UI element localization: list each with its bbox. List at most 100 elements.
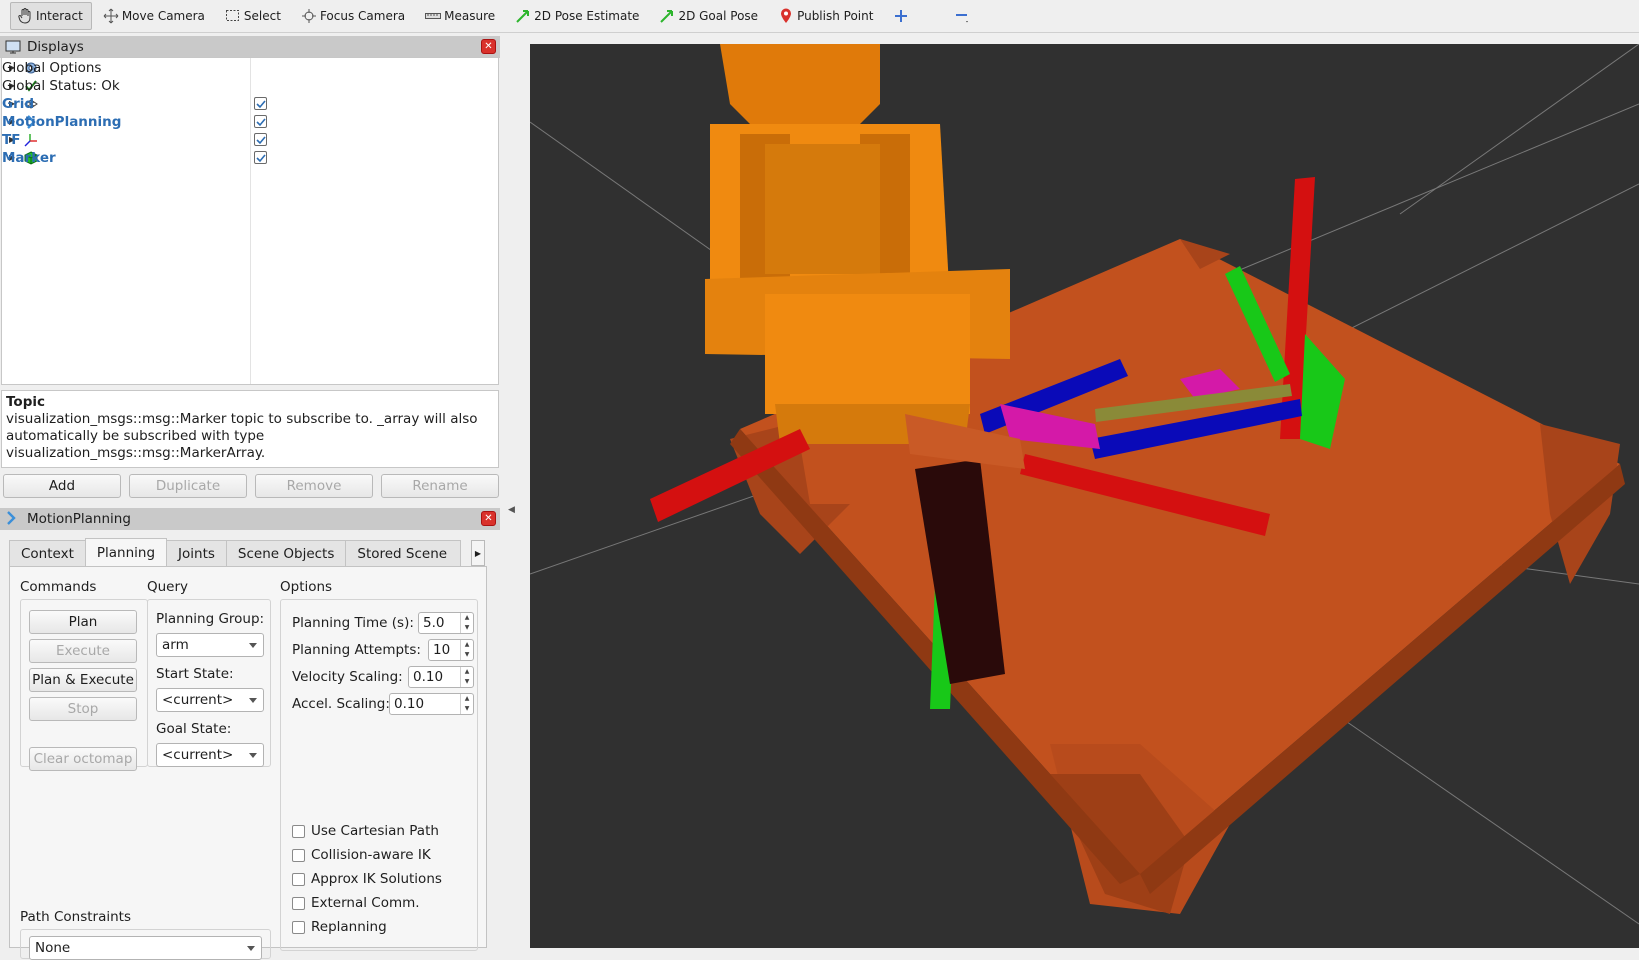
planning-time-value: 5.0 [423, 615, 445, 631]
display-item-marker[interactable]: ▶ Marker [2, 148, 498, 167]
velocity-scaling-label: Velocity Scaling: [292, 669, 403, 685]
planning-time-spinbox[interactable]: 5.0 ▲ ▼ [418, 612, 474, 634]
displays-title: Displays [27, 39, 84, 55]
close-displays-button[interactable]: ✕ [481, 39, 496, 54]
plan-button[interactable]: Plan [29, 610, 137, 634]
measure-tool[interactable]: Measure [418, 2, 504, 30]
main-toolbar: Interact Move Camera Select Focus Camera… [0, 0, 1639, 33]
start-state-value: <current> [162, 692, 234, 708]
interact-label: Interact [36, 9, 83, 23]
rename-display-button[interactable]: Rename [381, 474, 499, 498]
marker-enabled-checkbox[interactable] [254, 151, 267, 164]
plus-icon [893, 8, 909, 24]
accel-scaling-spinbox[interactable]: 0.10 ▲ ▼ [389, 693, 474, 715]
tab-stored-scenes[interactable]: Stored Scene [345, 540, 462, 567]
goal-state-select[interactable]: <current> [156, 743, 264, 767]
publish-point-label: Publish Point [797, 9, 874, 23]
collision-aware-ik-checkbox[interactable]: Collision-aware IK [292, 847, 431, 863]
select-tool[interactable]: Select [218, 2, 290, 30]
pose-estimate-label: 2D Pose Estimate [534, 9, 640, 23]
tab-planning[interactable]: Planning [84, 538, 168, 567]
collapse-panel-arrow-icon[interactable]: ◀ [508, 505, 515, 515]
checkbox-box[interactable] [292, 824, 305, 838]
ruler-icon [425, 8, 442, 24]
focus-camera-tool[interactable]: Focus Camera [294, 2, 414, 30]
remove-display-button[interactable]: Remove [255, 474, 373, 498]
checkbox-label: Replanning [311, 919, 387, 935]
spin-arrows-icon[interactable]: ▲ ▼ [460, 613, 473, 633]
replanning-checkbox[interactable]: Replanning [292, 919, 387, 935]
chevron-down-icon [249, 643, 257, 648]
close-motionplanning-button[interactable]: ✕ [481, 511, 496, 526]
plan-and-execute-button[interactable]: Plan & Execute [29, 668, 137, 692]
planning-group-select[interactable]: arm [156, 633, 264, 657]
grid-enabled-checkbox[interactable] [254, 97, 267, 110]
display-buttons: Add Duplicate Remove Rename [3, 474, 499, 498]
clear-octomap-button[interactable]: Clear octomap [29, 747, 137, 771]
path-constraints-select[interactable]: None [29, 936, 262, 960]
tab-context[interactable]: Context [9, 540, 86, 567]
tab-joints[interactable]: Joints [166, 540, 227, 567]
display-label: Marker [2, 149, 56, 166]
checkbox-box[interactable] [292, 896, 305, 910]
accel-scaling-value: 0.10 [394, 696, 425, 712]
planning-group-value: arm [162, 637, 189, 653]
display-help-box: Topic visualization_msgs::msg::Marker to… [1, 390, 499, 468]
focus-icon [301, 8, 317, 24]
select-icon [225, 8, 241, 24]
pose-estimate-tool[interactable]: 2D Pose Estimate [508, 2, 648, 30]
start-state-select[interactable]: <current> [156, 688, 264, 712]
commands-group-title: Commands [20, 579, 97, 595]
add-display-button[interactable]: Add [3, 474, 121, 498]
planning-attempts-spinbox[interactable]: 10 ▲ ▼ [428, 639, 474, 661]
display-item-global-options[interactable]: ▶ Global Options [2, 58, 498, 77]
monitor-icon [5, 39, 21, 55]
hand-icon [17, 8, 33, 24]
goal-state-value: <current> [162, 747, 234, 763]
checkbox-box[interactable] [292, 872, 305, 886]
planning-attempts-label: Planning Attempts: [292, 642, 421, 658]
motionplanning-panel-title: MotionPlanning ✕ [0, 508, 500, 530]
display-item-global-status[interactable]: ▶ Global Status: Ok [2, 76, 498, 95]
checkbox-label: Collision-aware IK [311, 847, 431, 863]
checkbox-box[interactable] [292, 920, 305, 934]
start-state-label: Start State: [156, 666, 234, 682]
map-pin-icon [778, 8, 794, 24]
path-constraints-label: Path Constraints [20, 909, 131, 925]
goal-state-label: Goal State: [156, 721, 232, 737]
display-item-tf[interactable]: ▶ TF [2, 130, 498, 149]
external-comm-checkbox[interactable]: External Comm. [292, 895, 420, 911]
publish-point-tool[interactable]: Publish Point [771, 2, 882, 30]
duplicate-display-button[interactable]: Duplicate [129, 474, 247, 498]
interact-tool[interactable]: Interact [10, 2, 92, 30]
display-label: Global Status: Ok [2, 77, 120, 94]
chevron-down-icon [249, 698, 257, 703]
move-camera-tool[interactable]: Move Camera [96, 2, 214, 30]
approx-ik-checkbox[interactable]: Approx IK Solutions [292, 871, 442, 887]
tf-enabled-checkbox[interactable] [254, 133, 267, 146]
use-cartesian-path-checkbox[interactable]: Use Cartesian Path [292, 823, 439, 839]
motionplanning-enabled-checkbox[interactable] [254, 115, 267, 128]
spin-arrows-icon[interactable]: ▲ ▼ [460, 640, 473, 660]
velocity-scaling-spinbox[interactable]: 0.10 ▲ ▼ [408, 666, 474, 688]
move-camera-label: Move Camera [121, 9, 205, 23]
add-tool-button[interactable] [886, 2, 921, 30]
checkbox-box[interactable] [292, 848, 305, 862]
query-group-title: Query [147, 579, 189, 595]
render-3d-view[interactable] [530, 44, 1639, 948]
spin-arrows-icon[interactable]: ▲ ▼ [460, 694, 473, 714]
remove-tool-button[interactable] [947, 2, 982, 30]
displays-panel-title: Displays ✕ [0, 36, 500, 58]
goal-pose-tool[interactable]: 2D Goal Pose [652, 2, 767, 30]
tab-scene-objects[interactable]: Scene Objects [225, 540, 347, 567]
stop-button[interactable]: Stop [29, 697, 137, 721]
display-item-motionplanning[interactable]: ▶ MotionPlanning [2, 112, 498, 131]
tab-scroll-right-button[interactable]: ▶ [471, 540, 485, 566]
help-title: Topic [6, 394, 45, 410]
plan-label: Plan [68, 614, 98, 630]
chevron-down-icon [247, 946, 255, 951]
execute-button[interactable]: Execute [29, 639, 137, 663]
display-label: MotionPlanning [2, 113, 122, 130]
spin-arrows-icon[interactable]: ▲ ▼ [460, 667, 473, 687]
display-item-grid[interactable]: ▶ Grid [2, 94, 498, 113]
